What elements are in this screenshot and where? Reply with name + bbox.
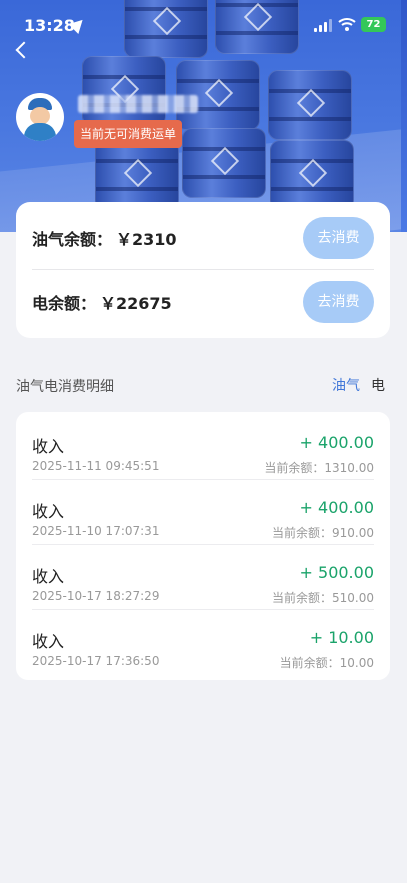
electric-balance-label: 电余额： [32,294,97,313]
transaction-type: 收入 [32,437,65,456]
oil-gas-balance-value: ￥2310 [116,230,177,249]
transaction-amount: + 500.00 [299,563,374,582]
transaction-balance: 当前余额：510.00 [272,591,374,605]
transaction-balance: 当前余额：910.00 [272,526,374,540]
barrel-graphic [82,56,166,126]
list-item[interactable]: 收入 2025-11-11 09:45:51 + 400.00 当前余额：131… [32,416,374,480]
transaction-date: 2025-11-10 17:07:31 [32,524,160,538]
barrel-graphic [268,70,352,140]
status-bar: 13:28 72 [0,0,407,48]
barrel-graphic [95,140,179,210]
list-item[interactable]: 收入 2025-10-17 17:36:50 + 10.00 当前余额：10.0… [32,611,374,675]
details-title: 油气电消费明细 [16,379,114,395]
oil-gas-spend-button[interactable]: 去消费 [303,217,374,259]
screen: 13:28 72 当前无可消费运单 油气余额： ￥2310 去消费 电余额： ￥… [0,0,407,883]
list-item[interactable]: 收入 2025-10-17 18:27:29 + 500.00 当前余额：510… [32,546,374,610]
transaction-amount: + 400.00 [299,498,374,517]
balance-card: 油气余额： ￥2310 去消费 电余额： ￥22675 去消费 [16,202,390,338]
barrel-graphic [182,128,266,198]
transaction-amount: + 10.00 [309,628,374,647]
username-blurred [78,95,198,113]
oil-gas-balance-row: 油气余额： ￥2310 去消费 [32,206,374,270]
electric-balance-row: 电余额： ￥22675 去消费 [32,270,374,334]
transaction-balance: 当前余额：10.00 [279,656,374,670]
electric-spend-button[interactable]: 去消费 [303,281,374,323]
transaction-type: 收入 [32,632,65,651]
list-item[interactable]: 收入 2025-11-10 17:07:31 + 400.00 当前余额：910… [32,481,374,545]
transaction-type: 收入 [32,567,65,586]
transaction-list: 收入 2025-11-11 09:45:51 + 400.00 当前余额：131… [16,412,390,680]
status-tag: 当前无可消费运单 [74,120,183,148]
transaction-date: 2025-10-17 17:36:50 [32,654,160,668]
wifi-icon [338,18,356,31]
transaction-type: 收入 [32,502,65,521]
transaction-date: 2025-10-17 18:27:29 [32,589,160,603]
transaction-date: 2025-11-11 09:45:51 [32,459,160,473]
battery-icon: 72 [361,17,386,32]
tab-oil-gas[interactable]: 油气 [332,375,360,395]
barrel-graphic [270,140,354,210]
status-time: 13:28 [24,16,75,35]
oil-gas-balance-label: 油气余额： [32,230,113,249]
signal-icon [314,19,334,32]
electric-balance-value: ￥22675 [100,294,172,313]
transaction-amount: + 400.00 [299,433,374,452]
back-icon[interactable] [14,40,32,62]
transaction-balance: 当前余额：1310.00 [264,461,374,475]
avatar [16,93,64,141]
tab-electric[interactable]: 电 [371,375,385,395]
